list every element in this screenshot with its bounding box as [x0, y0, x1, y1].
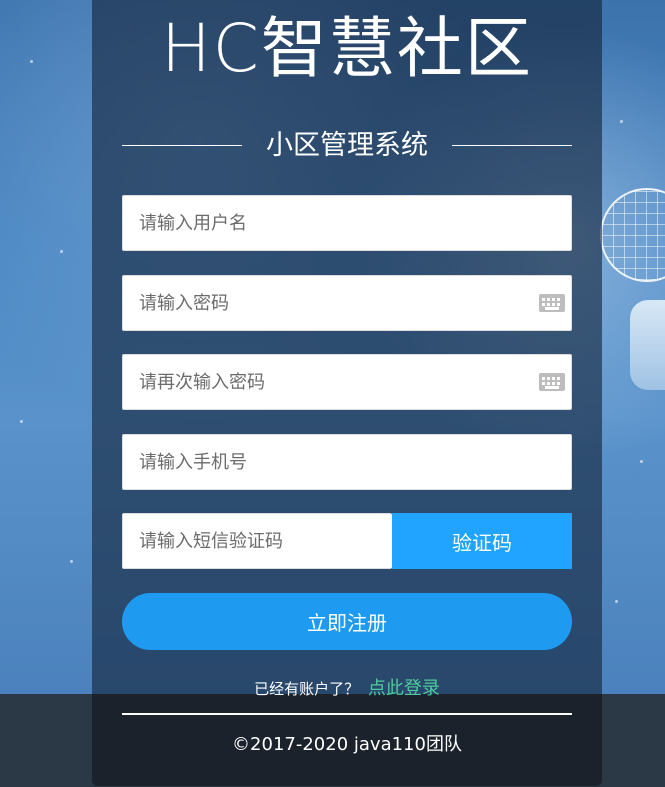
- confirm-password-field: [122, 354, 572, 410]
- sparkle: [620, 120, 623, 123]
- sparkle: [20, 420, 23, 423]
- login-link[interactable]: 点此登录: [368, 678, 440, 699]
- copyright-text: ©2017-2020 java110团队: [232, 734, 462, 755]
- server-graphic: [630, 300, 665, 390]
- brand-title: HC智慧社区: [161, 10, 533, 87]
- register-page: HC智慧社区 小区管理系统 验证码 立即注册 已经有账户了？ 点此登录: [0, 0, 665, 787]
- sparkle: [615, 600, 618, 603]
- footer-divider: [122, 713, 572, 715]
- subtitle-row: 小区管理系统: [122, 126, 572, 166]
- subtitle: 小区管理系统: [266, 130, 428, 161]
- register-button[interactable]: 立即注册: [122, 593, 572, 650]
- keyboard-icon[interactable]: [539, 373, 565, 391]
- password-input[interactable]: [123, 276, 529, 330]
- username-field: [122, 195, 572, 251]
- confirm-password-input[interactable]: [123, 355, 529, 409]
- sms-code-field: [122, 513, 392, 569]
- get-code-button[interactable]: 验证码: [392, 513, 572, 569]
- keyboard-icon[interactable]: [539, 294, 565, 312]
- sparkle: [70, 560, 73, 563]
- phone-field: [122, 434, 572, 490]
- login-prompt-text: 已经有账户了？: [254, 680, 360, 698]
- sparkle: [640, 460, 643, 463]
- password-field: [122, 275, 572, 331]
- sms-code-input[interactable]: [123, 514, 389, 568]
- subtitle-rule-right: [452, 145, 572, 146]
- login-prompt: 已经有账户了？ 点此登录: [92, 674, 602, 700]
- sparkle: [60, 250, 63, 253]
- phone-input[interactable]: [123, 435, 529, 489]
- sparkle: [30, 60, 33, 63]
- username-input[interactable]: [123, 196, 529, 250]
